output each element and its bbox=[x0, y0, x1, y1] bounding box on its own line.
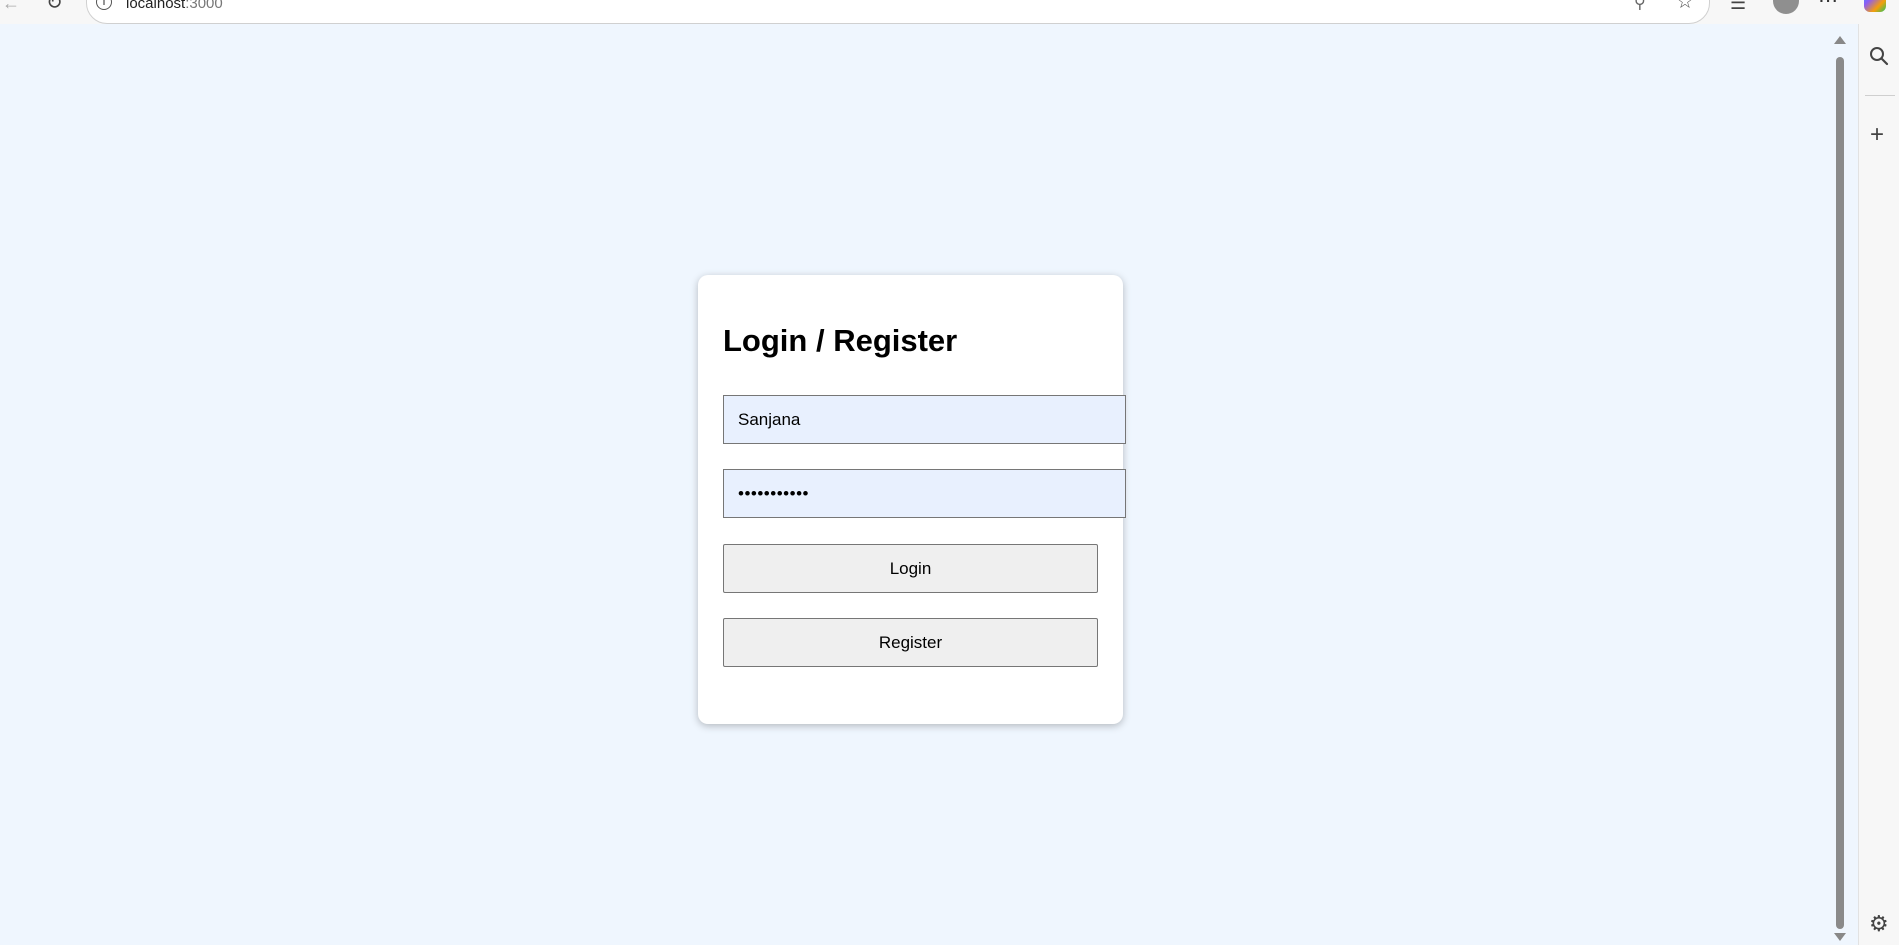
page-scrollbar[interactable] bbox=[1832, 24, 1848, 945]
login-card: Login / Register Login Register bbox=[698, 275, 1126, 724]
address-bar[interactable] bbox=[86, 0, 1710, 24]
copilot-icon[interactable] bbox=[1864, 0, 1886, 12]
key-icon[interactable]: ⚲ bbox=[1634, 0, 1646, 13]
register-button[interactable]: Register bbox=[723, 618, 1098, 667]
more-icon[interactable]: ⋯ bbox=[1818, 0, 1839, 11]
login-button[interactable]: Login bbox=[723, 544, 1098, 593]
star-icon[interactable]: ☆ bbox=[1676, 0, 1694, 12]
address-bar-url[interactable]: localhost:3000 bbox=[126, 0, 223, 12]
browser-toolbar: ← ↻ i localhost:3000 ⚲ ☆ ☰ ⋯ bbox=[0, 0, 1899, 24]
browser-sidebar: + ⚙ bbox=[1858, 24, 1899, 945]
password-field[interactable] bbox=[723, 469, 1126, 518]
search-icon[interactable] bbox=[1869, 46, 1889, 66]
scroll-thumb[interactable] bbox=[1836, 57, 1844, 929]
favorites-icon[interactable]: ☰ bbox=[1730, 0, 1746, 12]
page-title: Login / Register bbox=[723, 323, 958, 358]
sidebar-divider bbox=[1865, 95, 1895, 96]
add-icon[interactable]: + bbox=[1870, 123, 1884, 147]
url-host: localhost bbox=[126, 0, 186, 12]
settings-icon[interactable]: ⚙ bbox=[1869, 913, 1889, 935]
url-port: :3000 bbox=[185, 0, 223, 12]
username-field[interactable] bbox=[723, 395, 1126, 444]
profile-icon[interactable] bbox=[1773, 0, 1799, 14]
scroll-down-arrow-icon[interactable] bbox=[1834, 933, 1846, 941]
back-arrow-icon[interactable]: ← bbox=[2, 0, 20, 12]
reload-icon[interactable]: ↻ bbox=[46, 0, 63, 13]
scroll-up-arrow-icon[interactable] bbox=[1834, 36, 1846, 44]
